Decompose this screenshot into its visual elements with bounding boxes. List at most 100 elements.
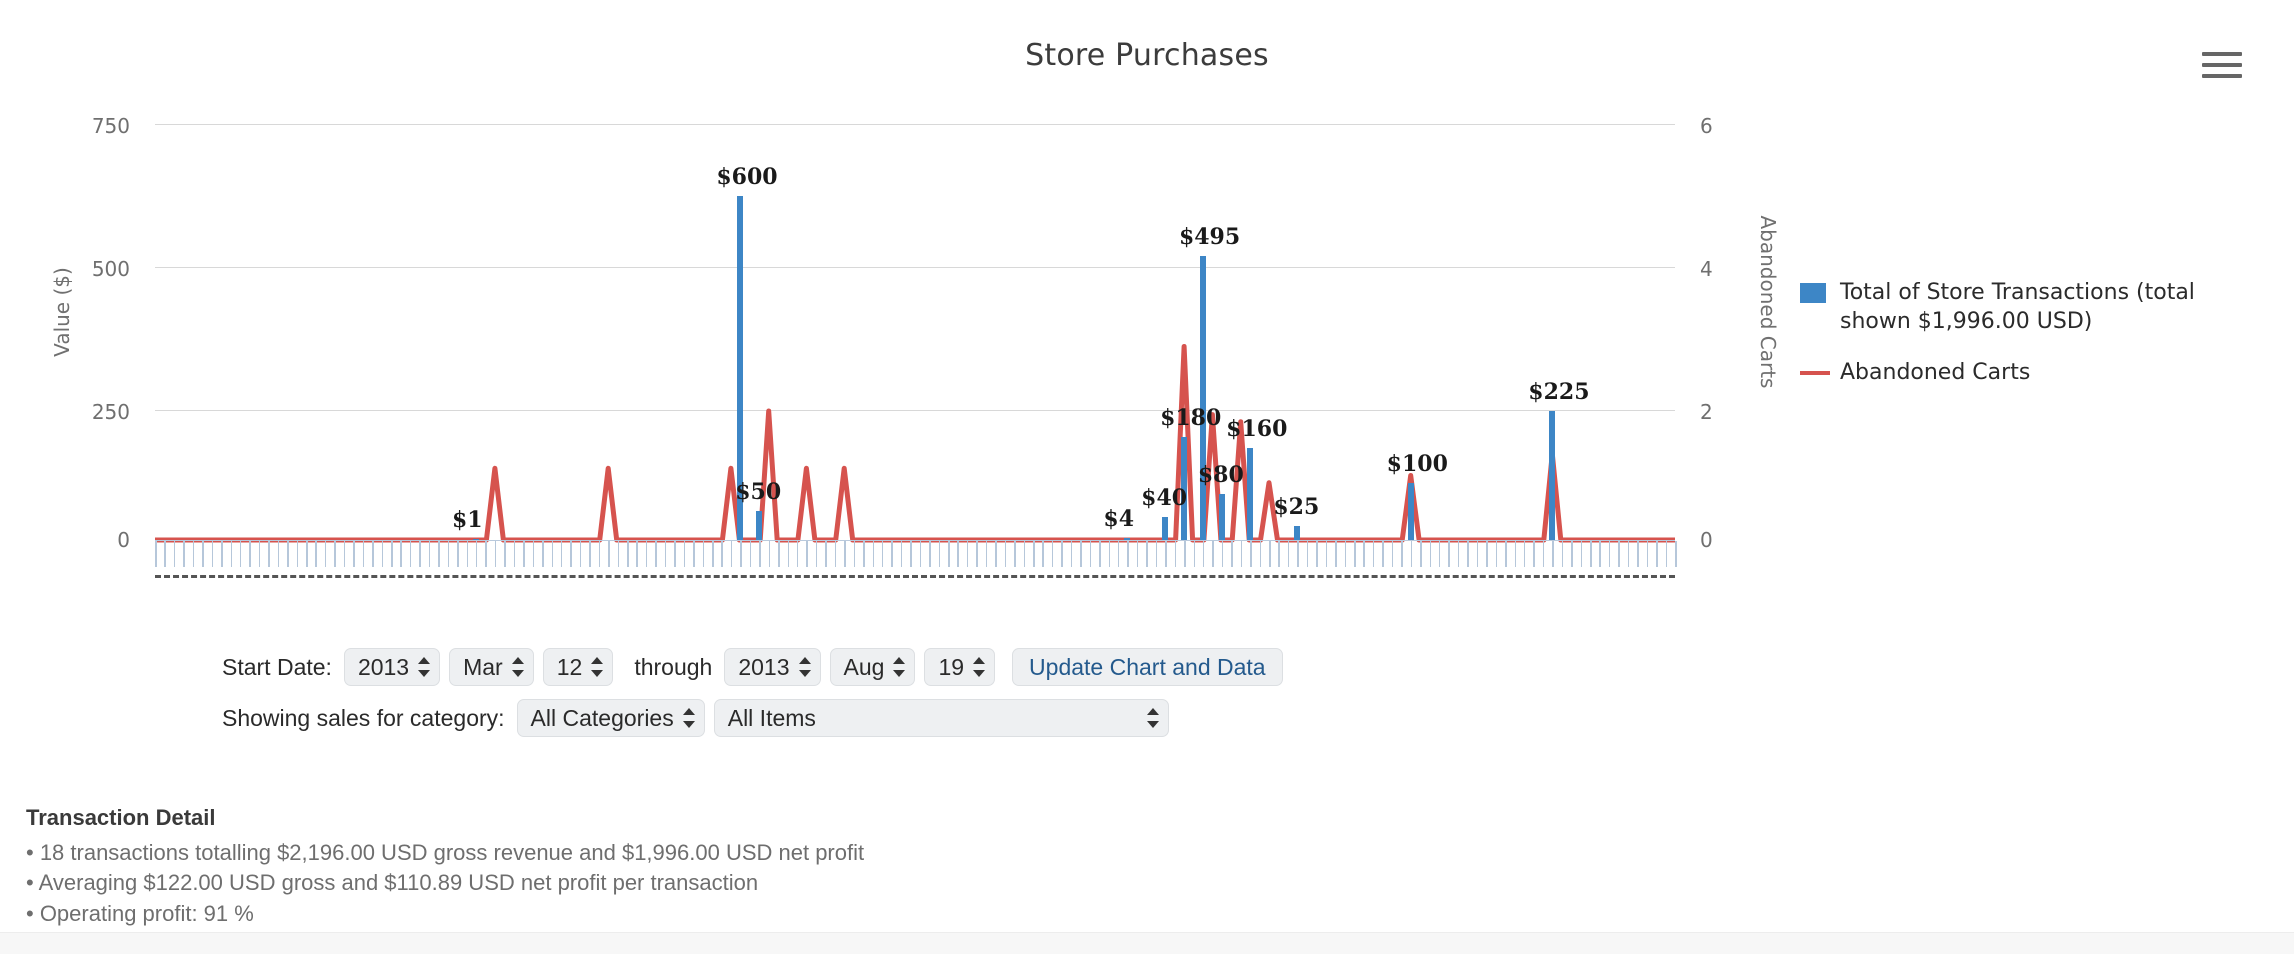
x-axis-tick <box>796 541 799 567</box>
x-axis-tick <box>1306 541 1309 567</box>
x-axis-tick <box>1656 541 1658 567</box>
category-select[interactable]: All Categories <box>516 699 705 737</box>
bar-value-label: $25 <box>1273 493 1320 520</box>
x-axis-tick <box>872 541 874 567</box>
x-axis-tick <box>910 541 912 567</box>
x-axis-tick <box>674 541 676 567</box>
x-axis-tick <box>1240 541 1243 567</box>
x-axis-tick <box>1165 541 1167 567</box>
x-axis-tick <box>1382 541 1384 567</box>
chevron-updown-icon <box>682 707 695 729</box>
transaction-bar[interactable] <box>1162 517 1169 540</box>
x-axis-tick <box>485 541 487 567</box>
x-axis-ticks <box>155 541 1677 567</box>
x-axis-tick <box>287 541 289 567</box>
x-axis-tick <box>306 541 308 567</box>
x-axis-tick <box>1627 541 1630 567</box>
chart-panel: Store Purchases Value ($) Abandoned Cart… <box>0 0 2294 620</box>
x-axis-tick <box>645 541 648 567</box>
start-date-label: Start Date: <box>222 653 332 680</box>
x-axis-tick <box>372 541 374 567</box>
x-axis-tick <box>155 541 157 567</box>
x-axis-tick <box>900 541 903 567</box>
y-right-tick-0: 0 <box>1700 528 1713 552</box>
x-axis-tick <box>1438 541 1441 567</box>
end-month-select[interactable]: Aug <box>829 648 916 686</box>
x-axis-tick <box>447 541 450 567</box>
x-axis-tick <box>1637 541 1639 567</box>
x-axis-tick <box>1363 541 1365 567</box>
chart-controls: Start Date: 2013 Mar 12 through 2013 Aug <box>0 648 2294 750</box>
start-year-select[interactable]: 2013 <box>343 648 441 686</box>
transaction-bar[interactable] <box>1218 494 1225 540</box>
x-axis-tick <box>1335 541 1337 567</box>
x-axis-tick <box>1580 541 1583 567</box>
x-axis-tick <box>957 541 959 567</box>
date-range-row: Start Date: 2013 Mar 12 through 2013 Aug <box>0 648 2294 686</box>
transaction-detail-line-2: • Averaging $122.00 USD gross and $110.8… <box>26 870 759 896</box>
items-select[interactable]: All Items <box>713 699 1169 737</box>
x-axis-tick <box>844 541 846 567</box>
y-left-tick-250: 250 <box>91 400 130 424</box>
x-axis-tick <box>768 541 771 567</box>
bar-value-label: $180 <box>1160 404 1222 431</box>
bar-value-label: $80 <box>1197 462 1244 489</box>
x-axis-tick <box>1542 541 1545 567</box>
x-axis-tick <box>381 541 384 567</box>
x-axis-tick <box>1325 541 1328 567</box>
x-axis-tick <box>1344 541 1347 567</box>
x-axis-tick <box>457 541 459 567</box>
x-axis-tick <box>466 541 469 567</box>
x-axis-tick <box>409 541 412 567</box>
transaction-bar[interactable] <box>1549 411 1556 540</box>
x-axis-tick <box>919 541 922 567</box>
x-axis-tick <box>343 541 346 567</box>
category-label: Showing sales for category: <box>222 704 505 731</box>
x-axis-tick <box>1675 541 1677 567</box>
x-axis-tick <box>1042 541 1044 567</box>
y-right-tick-6: 6 <box>1700 114 1713 138</box>
end-day-select[interactable]: 19 <box>924 648 996 686</box>
legend-item-abandoned-carts[interactable]: Abandoned Carts <box>1800 358 2230 387</box>
x-axis-tick <box>258 541 261 567</box>
bar-value-label: $50 <box>735 479 782 506</box>
legend-swatch-line-icon <box>1800 371 1830 376</box>
start-day-select[interactable]: 12 <box>542 648 614 686</box>
x-axis-tick <box>1023 541 1026 567</box>
legend-swatch-box-icon <box>1800 283 1826 303</box>
start-month-select[interactable]: Mar <box>449 648 534 686</box>
transaction-bar[interactable] <box>1407 482 1414 540</box>
x-axis-tick <box>211 541 214 567</box>
items-value: All Items <box>727 704 816 731</box>
update-chart-and-data-button[interactable]: Update Chart and Data <box>1012 648 1283 686</box>
x-axis-tick <box>881 541 884 567</box>
x-axis-tick <box>1561 541 1564 567</box>
transaction-bar[interactable] <box>1294 525 1301 540</box>
x-axis-tick <box>1231 541 1233 567</box>
end-year-select[interactable]: 2013 <box>724 648 821 686</box>
x-axis-tick <box>1136 541 1139 567</box>
y-right-tick-4: 4 <box>1700 257 1713 281</box>
transaction-bar[interactable] <box>1199 256 1206 540</box>
x-axis-tick <box>494 541 497 567</box>
hamburger-icon[interactable] <box>2202 52 2242 82</box>
x-axis-tick <box>1259 541 1262 567</box>
x-axis-tick <box>853 541 856 567</box>
legend-item-transactions[interactable]: Total of Store Transactions (total shown… <box>1800 278 2230 336</box>
x-axis-tick <box>542 541 544 567</box>
x-axis-tick <box>608 541 610 567</box>
x-axis-tick <box>863 541 865 567</box>
x-axis-tick <box>400 541 402 567</box>
transaction-bar[interactable] <box>756 511 763 540</box>
x-axis-tick <box>1646 541 1649 567</box>
y-right-tick-2: 2 <box>1700 400 1713 424</box>
x-axis-tick <box>1014 541 1016 567</box>
x-axis-tick <box>948 541 950 567</box>
transaction-bar[interactable] <box>1247 448 1254 540</box>
bar-value-label: $495 <box>1178 224 1241 251</box>
category-value: All Categories <box>530 704 674 731</box>
x-axis-tick <box>532 541 535 567</box>
through-label: through <box>634 653 713 680</box>
x-axis-tick <box>268 541 270 567</box>
x-axis-tick <box>579 541 582 567</box>
